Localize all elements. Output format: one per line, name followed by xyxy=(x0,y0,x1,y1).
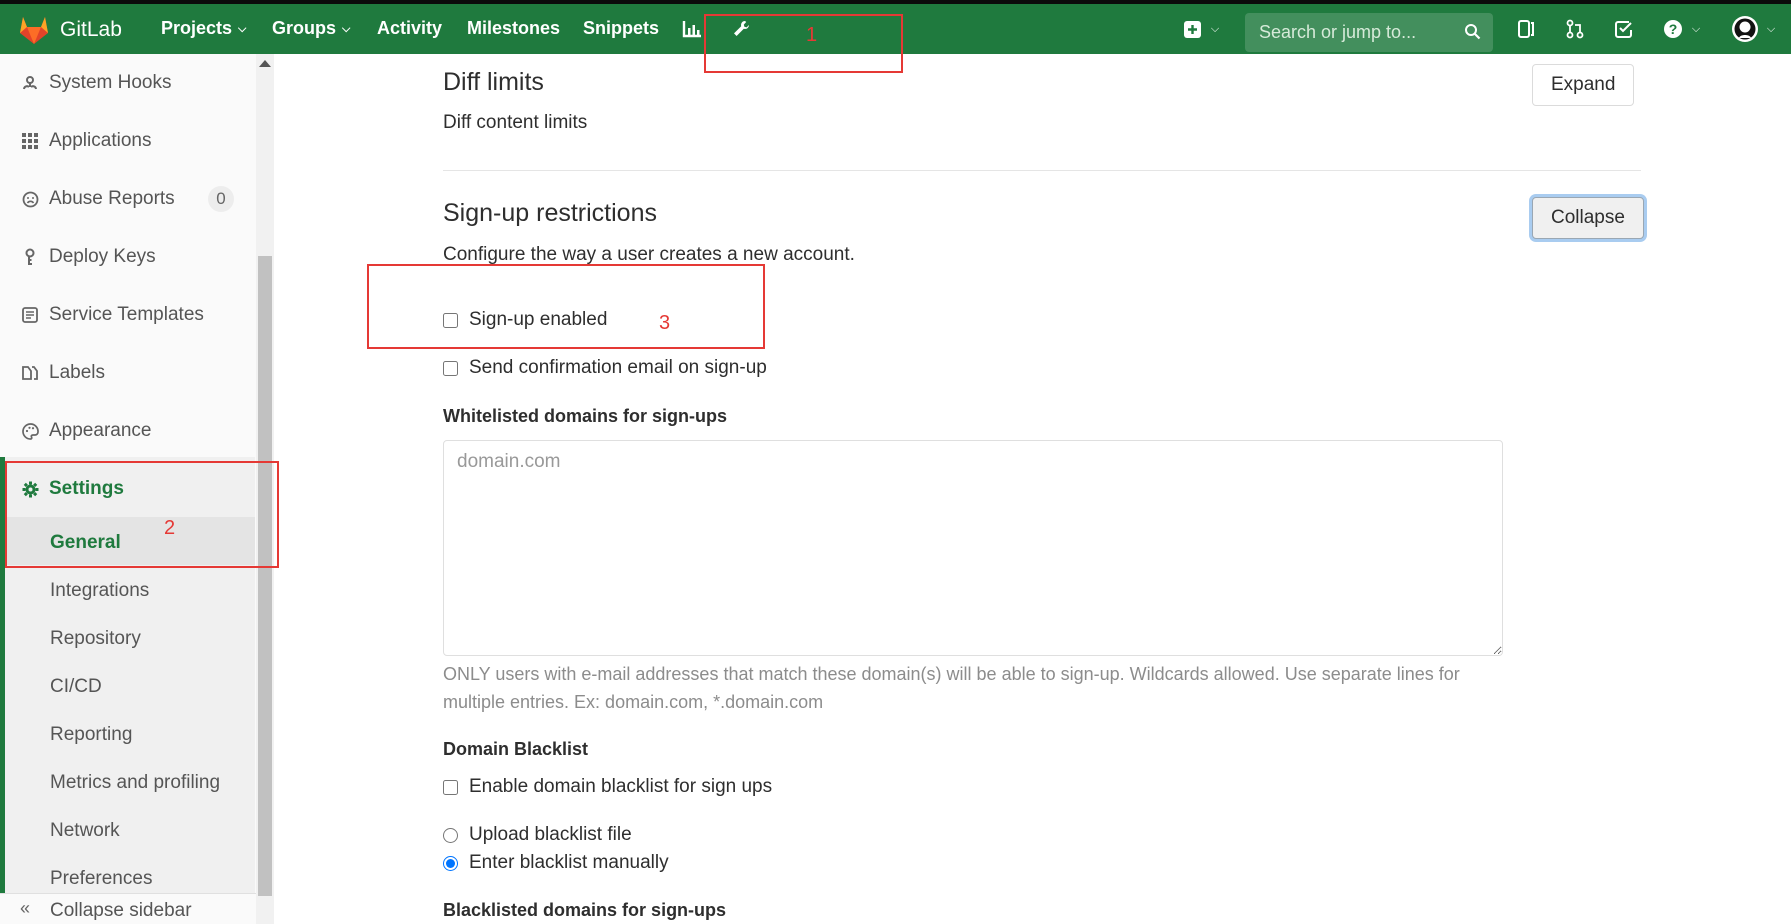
sidebar-item-applications[interactable]: Applications xyxy=(0,121,255,161)
nav-activity[interactable]: Activity xyxy=(377,18,442,39)
section-divider xyxy=(443,170,1641,171)
collapse-button[interactable]: Collapse xyxy=(1532,197,1644,239)
sidebar-subitem-ci-cd[interactable]: CI/CD xyxy=(50,676,102,698)
avatar-github-icon[interactable] xyxy=(1731,15,1759,43)
search-icon xyxy=(1465,24,1481,40)
collapse-sidebar-button[interactable]: « Collapse sidebar xyxy=(0,893,256,924)
nav-projects[interactable]: Projects ⌵ xyxy=(161,18,246,39)
chevron-down-icon[interactable]: ⌵ xyxy=(1684,17,1708,41)
upload-blacklist-radio-row[interactable]: Upload blacklist file xyxy=(443,824,632,846)
grid-icon xyxy=(19,133,41,149)
nav-activity-label: Activity xyxy=(377,18,443,38)
hook-icon xyxy=(19,75,41,92)
blacklisted-domains-label: Blacklisted domains for sign-ups xyxy=(443,900,727,920)
chevron-down-icon[interactable]: ⌵ xyxy=(1203,17,1227,41)
signup-restrictions-title: Sign-up restrictions xyxy=(443,199,657,227)
whitelist-help-text: ONLY users with e-mail addresses that ma… xyxy=(443,664,1460,712)
search-box[interactable] xyxy=(1245,13,1493,52)
nav-snippets[interactable]: Snippets xyxy=(583,18,659,39)
sidebar-subitem-preferences[interactable]: Preferences xyxy=(50,868,152,890)
annotation-number-2: 2 xyxy=(164,517,176,539)
annotation-number-3: 3 xyxy=(659,312,671,334)
diff-limits-description: Diff content limits xyxy=(443,112,588,133)
sidebar-item-appearance[interactable]: Appearance xyxy=(0,411,255,451)
send-confirmation-label: Send confirmation email on sign-up xyxy=(469,357,767,378)
sidebar-subitem-reporting[interactable]: Reporting xyxy=(50,724,132,746)
labels-icon xyxy=(19,365,41,381)
sidebar-item-label: Abuse Reports xyxy=(49,188,175,209)
gitlab-home-link[interactable]: GitLab xyxy=(18,14,122,46)
double-chevron-left-icon: « xyxy=(20,898,31,918)
nav-projects-label: Projects xyxy=(161,18,233,38)
expand-button[interactable]: Expand xyxy=(1532,64,1635,106)
template-icon xyxy=(19,307,41,323)
whitelist-domains-textarea[interactable] xyxy=(443,440,1503,656)
sidebar-subitem-integrations[interactable]: Integrations xyxy=(50,580,149,602)
sidebar-item-service-templates[interactable]: Service Templates xyxy=(0,295,255,335)
frown-icon xyxy=(19,191,41,208)
sidebar-subitem-network[interactable]: Network xyxy=(50,820,120,842)
upload-blacklist-label: Upload blacklist file xyxy=(469,824,632,845)
signup-restrictions-description: Configure the way a user creates a new a… xyxy=(443,244,855,265)
gitlab-logo-icon xyxy=(20,17,48,44)
chevron-down-icon[interactable]: ⌵ xyxy=(1759,17,1783,41)
enable-blacklist-checkbox[interactable] xyxy=(443,779,458,795)
sidebar-item-label: Service Templates xyxy=(49,304,204,325)
annotation-number-1: 1 xyxy=(806,24,818,46)
sidebar-item-label: Deploy Keys xyxy=(49,246,156,267)
enter-blacklist-radio-row[interactable]: Enter blacklist manually xyxy=(443,852,669,874)
nav-groups-label: Groups xyxy=(272,18,337,38)
sidebar-item-deploy-keys[interactable]: Deploy Keys xyxy=(0,237,255,277)
whitelist-label: Whitelisted domains for sign-ups xyxy=(443,406,728,426)
palette-icon xyxy=(19,422,41,440)
plus-square-icon xyxy=(1183,20,1201,38)
annotation-box-2 xyxy=(5,461,279,568)
sidebar-item-labels[interactable]: Labels xyxy=(0,353,255,393)
sidebar-subitem-metrics[interactable]: Metrics and profiling xyxy=(50,772,220,794)
sidebar-subitem-repository[interactable]: Repository xyxy=(50,628,141,650)
chart-icon[interactable] xyxy=(680,17,704,41)
nav-milestones-label: Milestones xyxy=(467,18,561,38)
nav-groups[interactable]: Groups ⌵ xyxy=(272,18,350,39)
sidebar-item-label: Applications xyxy=(49,130,152,151)
sidebar-item-label: Appearance xyxy=(49,420,152,441)
annotation-box-1 xyxy=(704,14,903,73)
enter-blacklist-label: Enter blacklist manually xyxy=(469,852,669,873)
enable-blacklist-checkbox-row[interactable]: Enable domain blacklist for sign ups xyxy=(443,776,772,798)
enable-blacklist-label: Enable domain blacklist for sign ups xyxy=(469,776,773,797)
issues-icon[interactable] xyxy=(1514,17,1538,41)
enter-blacklist-radio[interactable] xyxy=(443,855,458,871)
merge-request-icon[interactable] xyxy=(1563,17,1587,41)
chevron-down-icon: ⌵ xyxy=(238,23,247,35)
key-icon xyxy=(19,248,41,266)
todo-icon[interactable] xyxy=(1612,17,1636,41)
diff-limits-title: Diff limits xyxy=(443,68,544,96)
annotation-box-3 xyxy=(367,264,765,349)
nav-snippets-label: Snippets xyxy=(583,18,660,38)
chevron-down-icon: ⌵ xyxy=(342,23,351,35)
search-input[interactable] xyxy=(1257,21,1461,44)
brand-name: GitLab xyxy=(60,18,122,41)
abuse-reports-count-badge: 0 xyxy=(208,186,234,212)
sidebar-item-abuse-reports[interactable]: Abuse Reports 0 xyxy=(0,179,255,219)
help-icon[interactable]: ? xyxy=(1661,17,1685,41)
collapse-sidebar-label: Collapse sidebar xyxy=(50,900,192,921)
svg-text:?: ? xyxy=(1669,21,1678,37)
sidebar-item-label: Labels xyxy=(49,362,105,383)
upload-blacklist-radio[interactable] xyxy=(443,827,458,843)
sidebar-item-system-hooks[interactable]: System Hooks xyxy=(0,63,255,103)
sidebar-item-label: System Hooks xyxy=(49,72,172,93)
scroll-up-arrow-icon[interactable] xyxy=(259,60,271,67)
domain-blacklist-label: Domain Blacklist xyxy=(443,739,589,759)
send-confirmation-checkbox[interactable] xyxy=(443,360,458,376)
sidebar-scrollbar-thumb[interactable] xyxy=(258,256,272,896)
nav-milestones[interactable]: Milestones xyxy=(467,18,560,39)
new-dropdown-button[interactable] xyxy=(1180,17,1204,41)
send-confirmation-checkbox-row[interactable]: Send confirmation email on sign-up xyxy=(443,357,767,379)
